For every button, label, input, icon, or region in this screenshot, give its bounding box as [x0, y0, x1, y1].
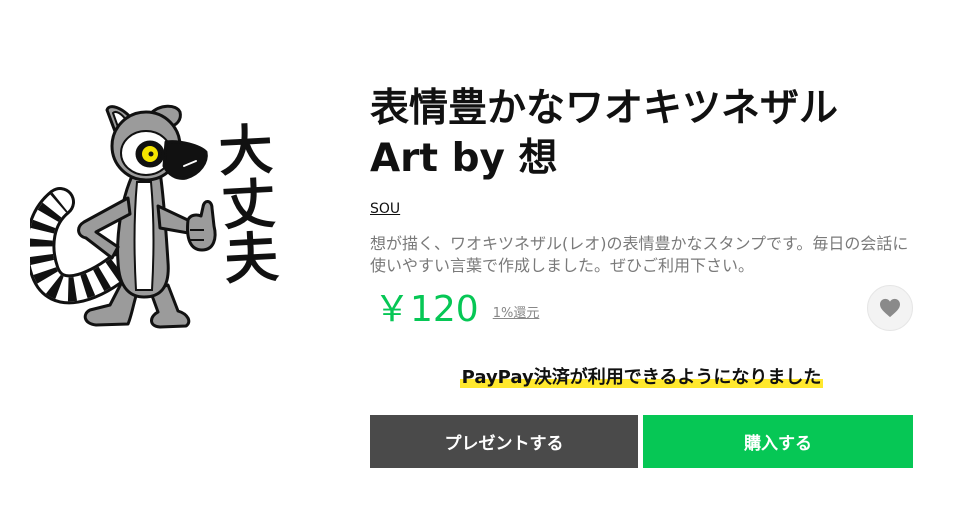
- sticker-lettering: 大丈夫: [207, 120, 280, 286]
- paypay-notice-text: PayPay決済が利用できるようになりました: [459, 367, 824, 388]
- gift-button[interactable]: プレゼントする: [370, 415, 638, 468]
- lemur-body: [116, 170, 170, 299]
- lemur-head: [105, 104, 208, 182]
- points-rebate-link[interactable]: 1%還元: [493, 302, 540, 321]
- sticker-description: 想が描く、ワオキツネザル(レオ)の表情豊かなスタンプです。毎日の会話に使いやすい…: [370, 234, 909, 275]
- sticker-title: 表情豊かなワオキツネザル Art by 想: [370, 86, 839, 181]
- gift-button-label: プレゼントする: [444, 434, 564, 454]
- heart-icon: [880, 298, 900, 318]
- author-link[interactable]: SOU: [370, 201, 400, 217]
- buy-button[interactable]: 購入する: [643, 415, 913, 468]
- price-row: ￥120 1%還元: [374, 288, 539, 332]
- favorite-button[interactable]: [867, 285, 913, 331]
- price: ￥120: [374, 289, 479, 330]
- thumbs-up-hand: [186, 200, 217, 252]
- sticker-detail-page: 大丈夫 表情豊かなワオキツネザル Art by 想 SOU 想が描く、ワオキツネ…: [0, 0, 960, 505]
- paypay-notice: PayPay決済が利用できるようになりました: [370, 366, 913, 390]
- buy-button-label: 購入する: [744, 434, 812, 454]
- lemur-muzzle: [162, 140, 208, 180]
